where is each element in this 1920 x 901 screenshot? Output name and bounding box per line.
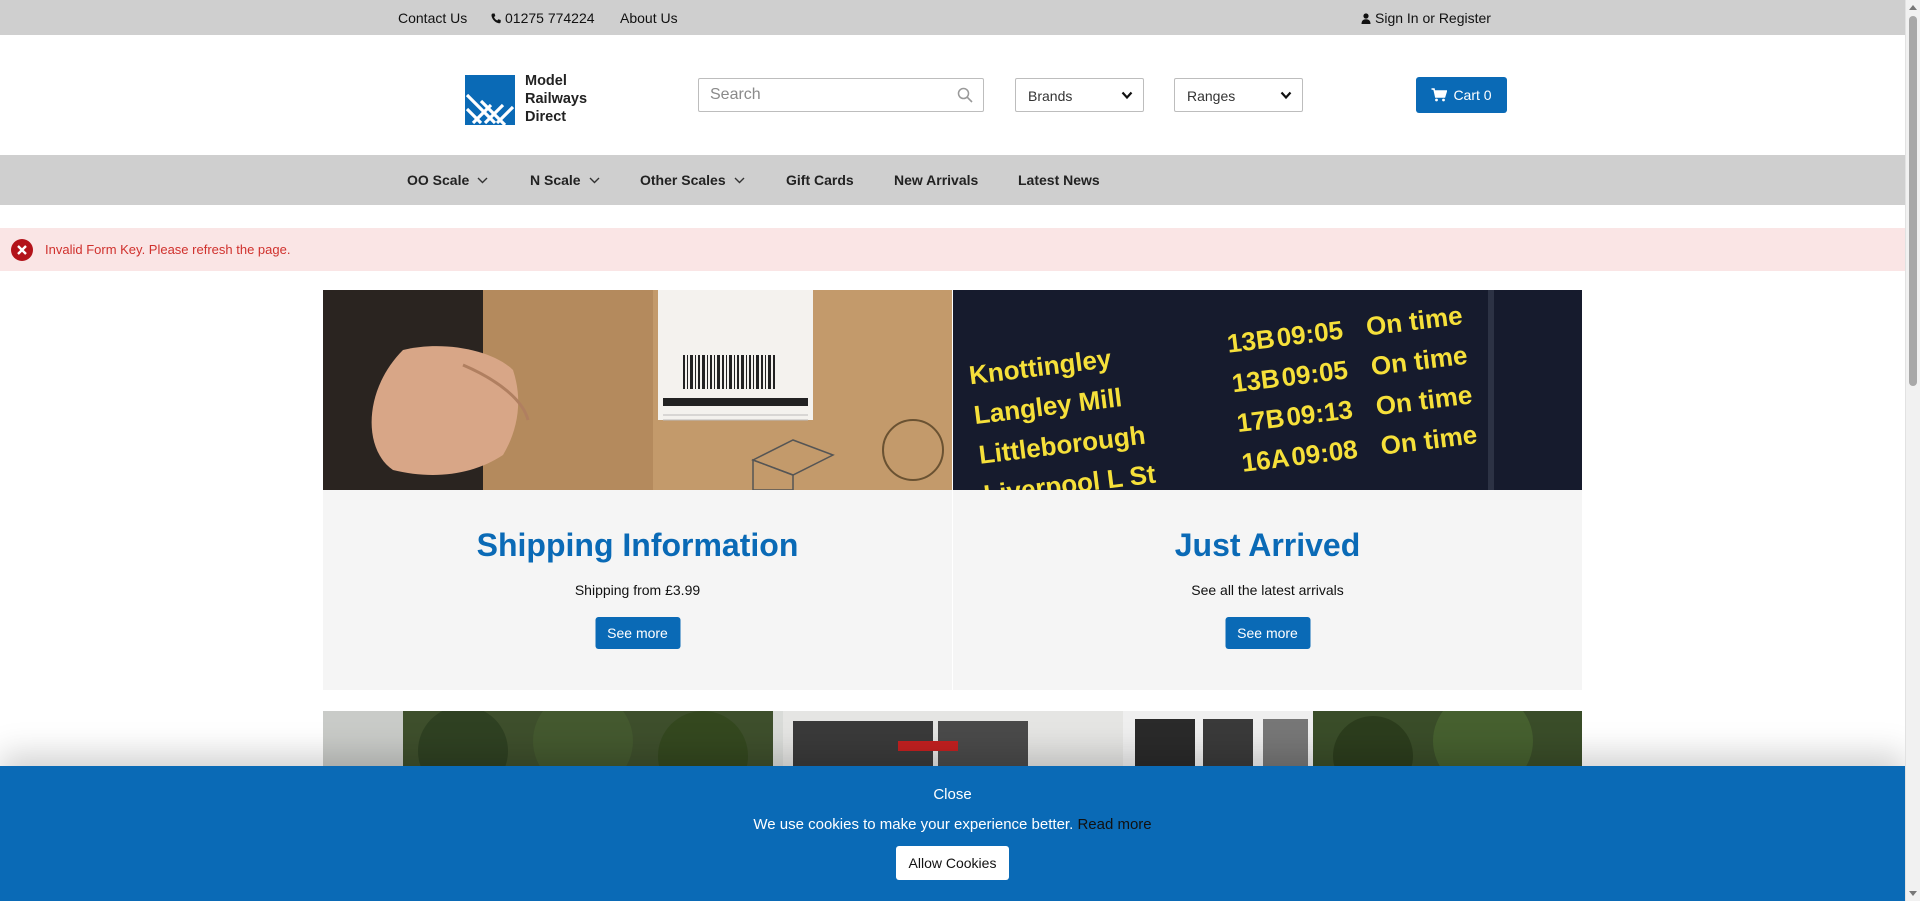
promo-text: See all the latest arrivals: [1191, 582, 1344, 598]
promo-section: Shipping Information Shipping from £3.99…: [323, 290, 1582, 690]
brands-select-value: Brands: [1028, 88, 1073, 104]
phone-number: 01275 774224: [505, 10, 595, 26]
cookie-message-text: We use cookies to make your experience b…: [753, 816, 1074, 833]
error-x-icon: [11, 238, 33, 261]
board-plat-3: 17B: [1235, 403, 1286, 439]
nav-item-label: Other Scales: [640, 172, 726, 188]
cart-icon: [1431, 88, 1448, 102]
scroll-up-icon[interactable]: [1909, 5, 1917, 10]
nav-item-label: OO Scale: [407, 172, 470, 188]
cookie-banner: Close We use cookies to make your experi…: [0, 766, 1905, 901]
error-message: Invalid Form Key. Please refresh the pag…: [0, 228, 1905, 271]
board-plat-4: 16A: [1240, 442, 1291, 478]
main-nav: OO Scale N Scale Other Scales Gift Cards…: [0, 155, 1905, 205]
search-input[interactable]: [699, 79, 939, 111]
see-more-button[interactable]: See more: [595, 617, 680, 649]
error-text: Invalid Form Key. Please refresh the pag…: [45, 242, 291, 257]
nav-item-label: Latest News: [1018, 172, 1100, 188]
chevron-down-icon: [734, 177, 745, 183]
allow-cookies-button[interactable]: Allow Cookies: [896, 846, 1009, 880]
shipping-box-illustration: [323, 290, 952, 490]
page: Contact Us 01275 774224 About Us Sign In…: [0, 0, 1905, 901]
about-us-link[interactable]: About Us: [620, 10, 678, 26]
logo-mark-icon: [465, 75, 515, 125]
nav-item-n-scale[interactable]: N Scale: [530, 172, 600, 188]
search-box: [698, 78, 984, 112]
cookie-close-button[interactable]: Close: [933, 786, 971, 803]
user-icon: [1361, 13, 1371, 24]
ranges-select-value: Ranges: [1187, 88, 1236, 104]
top-bar: Contact Us 01275 774224 About Us Sign In…: [0, 0, 1905, 35]
contact-us-link[interactable]: Contact Us: [398, 10, 467, 26]
logo-line-2: Railways: [525, 91, 588, 107]
promo-shipping: Shipping Information Shipping from £3.99…: [323, 290, 952, 690]
logo-line-3: Direct: [525, 109, 567, 125]
scroll-down-icon[interactable]: [1909, 891, 1917, 896]
sign-in-link[interactable]: Sign In or Register: [1361, 10, 1491, 26]
phone-icon: [491, 13, 501, 24]
nav-item-oo-scale[interactable]: OO Scale: [407, 172, 488, 188]
brands-select[interactable]: Brands: [1015, 78, 1144, 112]
nav-item-label: Gift Cards: [786, 172, 854, 188]
board-plat-1: 13B: [1225, 323, 1276, 359]
nav-item-label: N Scale: [530, 172, 581, 188]
phone-link[interactable]: 01275 774224: [491, 10, 595, 26]
page-scrollbar[interactable]: [1905, 0, 1920, 901]
cart-button[interactable]: Cart 0: [1416, 77, 1507, 113]
sign-in-label: Sign In or Register: [1375, 10, 1491, 26]
promo-title: Shipping Information: [476, 527, 799, 563]
nav-item-new-arrivals[interactable]: New Arrivals: [894, 172, 978, 188]
site-header: Model Railways Direct Brands Ranges Cart…: [0, 35, 1905, 155]
site-logo[interactable]: Model Railways Direct: [465, 72, 587, 126]
departures-board-illustration: Knottingley 13B 09:05 On time Langley Mi…: [953, 290, 1582, 490]
nav-item-latest-news[interactable]: Latest News: [1018, 172, 1100, 188]
board-plat-2: 13B: [1230, 363, 1281, 399]
shipping-box-image: [323, 290, 952, 490]
departures-board-image: Knottingley 13B 09:05 On time Langley Mi…: [953, 290, 1582, 490]
chevron-down-icon: [589, 177, 600, 183]
logo-text: Model Railways Direct: [525, 72, 587, 126]
search-icon[interactable]: [957, 87, 973, 103]
cookie-read-more-link[interactable]: Read more: [1077, 816, 1151, 833]
nav-item-gift-cards[interactable]: Gift Cards: [786, 172, 854, 188]
logo-line-1: Model: [525, 73, 567, 89]
see-more-button[interactable]: See more: [1225, 617, 1310, 649]
promo-just-arrived: Knottingley 13B 09:05 On time Langley Mi…: [953, 290, 1582, 690]
chevron-down-icon: [1280, 91, 1292, 100]
ranges-select[interactable]: Ranges: [1174, 78, 1303, 112]
cart-label: Cart 0: [1453, 87, 1492, 103]
promo-text: Shipping from £3.99: [574, 582, 701, 598]
cookie-message: We use cookies to make your experience b…: [0, 816, 1905, 833]
chevron-down-icon: [477, 177, 488, 183]
scrollbar-thumb[interactable]: [1909, 16, 1917, 386]
promo-title: Just Arrived: [1174, 527, 1361, 563]
nav-item-other-scales[interactable]: Other Scales: [640, 172, 745, 188]
chevron-down-icon: [1121, 91, 1133, 100]
nav-item-label: New Arrivals: [894, 172, 979, 188]
